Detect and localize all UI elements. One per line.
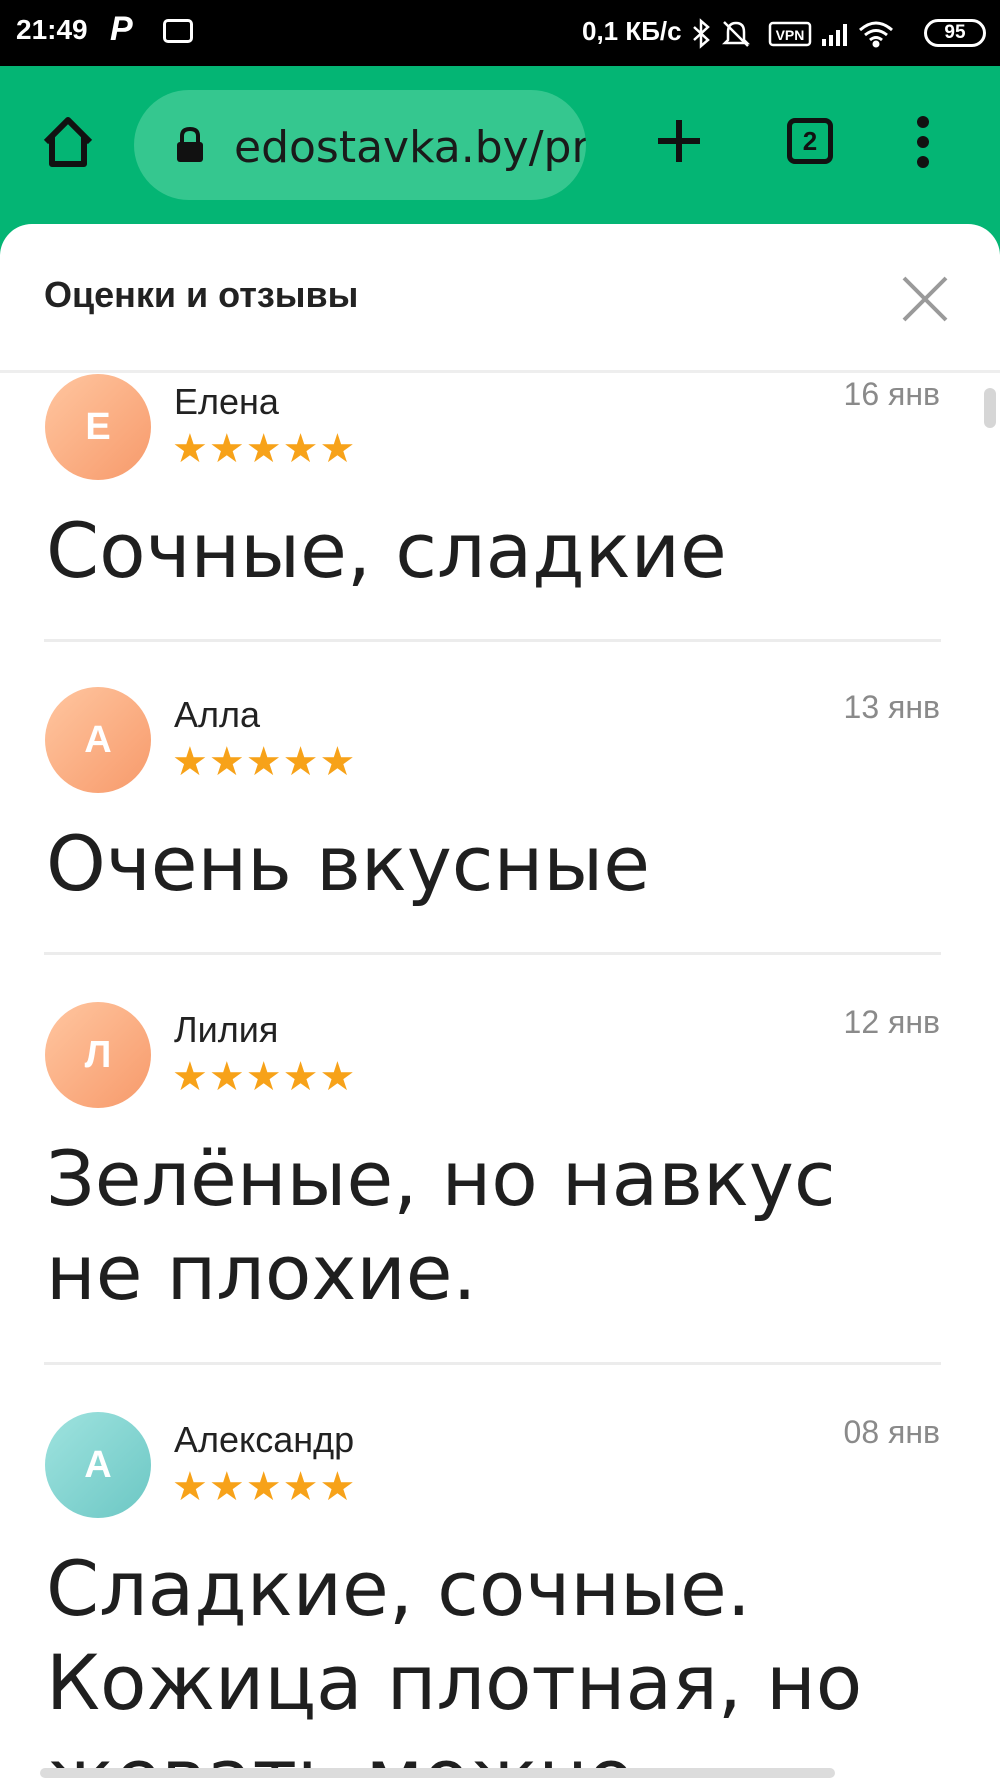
browser-toolbar: edostavka.by/product 2 — [0, 66, 1000, 224]
status-bar: 21:49 P 0,1 КБ/с VPN 95 — [0, 0, 1000, 66]
review-date: 12 янв — [843, 1004, 940, 1040]
close-icon[interactable] — [900, 274, 950, 324]
review-text: Сочные, сладкие — [46, 506, 727, 595]
rating-stars: ★★★★★ — [172, 740, 357, 784]
wifi-icon — [859, 21, 893, 48]
bluetooth-icon — [693, 18, 710, 49]
review-divider — [44, 1362, 941, 1365]
review-date: 13 янв — [843, 689, 940, 725]
lock-icon — [177, 126, 203, 162]
reviews-sheet: Оценки и отзывы Е Елена 16 янв ★★★★★ Соч… — [0, 224, 1000, 1778]
more-menu-icon[interactable] — [908, 114, 938, 170]
review-date: 16 янв — [843, 376, 940, 412]
horizontal-scrollbar[interactable] — [40, 1768, 835, 1778]
reviews-list[interactable]: Е Елена 16 янв ★★★★★ Сочные, сладкие А А… — [0, 374, 1000, 1778]
signal-icon — [822, 24, 847, 46]
avatar: Е — [45, 374, 151, 480]
review-text: Зелёные, но навкус не плохие. — [46, 1134, 836, 1317]
app-notification-icon: P — [110, 10, 133, 48]
review-author: Александр — [174, 1419, 355, 1460]
vpn-icon: VPN — [768, 21, 812, 47]
review-text: Сладкие, сочные. Кожица плотная, но жева… — [46, 1544, 863, 1778]
status-icons: VPN — [693, 18, 893, 49]
review-author: Алла — [174, 694, 261, 735]
rating-stars: ★★★★★ — [172, 1055, 357, 1099]
sheet-title: Оценки и отзывы — [44, 274, 359, 315]
review-divider — [44, 639, 941, 642]
avatar: Л — [45, 1002, 151, 1108]
tab-switcher-button[interactable]: 2 — [787, 118, 833, 164]
battery-icon: 95 — [924, 19, 986, 47]
home-icon[interactable] — [38, 112, 98, 172]
rating-stars: ★★★★★ — [172, 427, 357, 471]
avatar: А — [45, 1412, 151, 1518]
review-text: Очень вкусные — [46, 819, 651, 908]
url-text: edostavka.by/product — [234, 122, 586, 173]
vpn-label: VPN — [776, 27, 805, 43]
rating-stars: ★★★★★ — [172, 1465, 357, 1509]
header-divider — [0, 370, 1000, 373]
avatar: А — [45, 687, 151, 793]
new-tab-icon[interactable] — [654, 116, 704, 166]
status-time: 21:49 — [16, 14, 88, 45]
vertical-scrollbar[interactable] — [984, 388, 996, 428]
review-divider — [44, 952, 941, 955]
vr-icon — [163, 19, 193, 43]
bell-off-icon — [721, 21, 751, 47]
review-author: Лилия — [174, 1009, 279, 1050]
review-date: 08 янв — [843, 1414, 940, 1450]
review-author: Елена — [174, 381, 279, 422]
address-bar[interactable]: edostavka.by/product — [134, 90, 586, 200]
network-speed: 0,1 КБ/с — [582, 16, 682, 46]
